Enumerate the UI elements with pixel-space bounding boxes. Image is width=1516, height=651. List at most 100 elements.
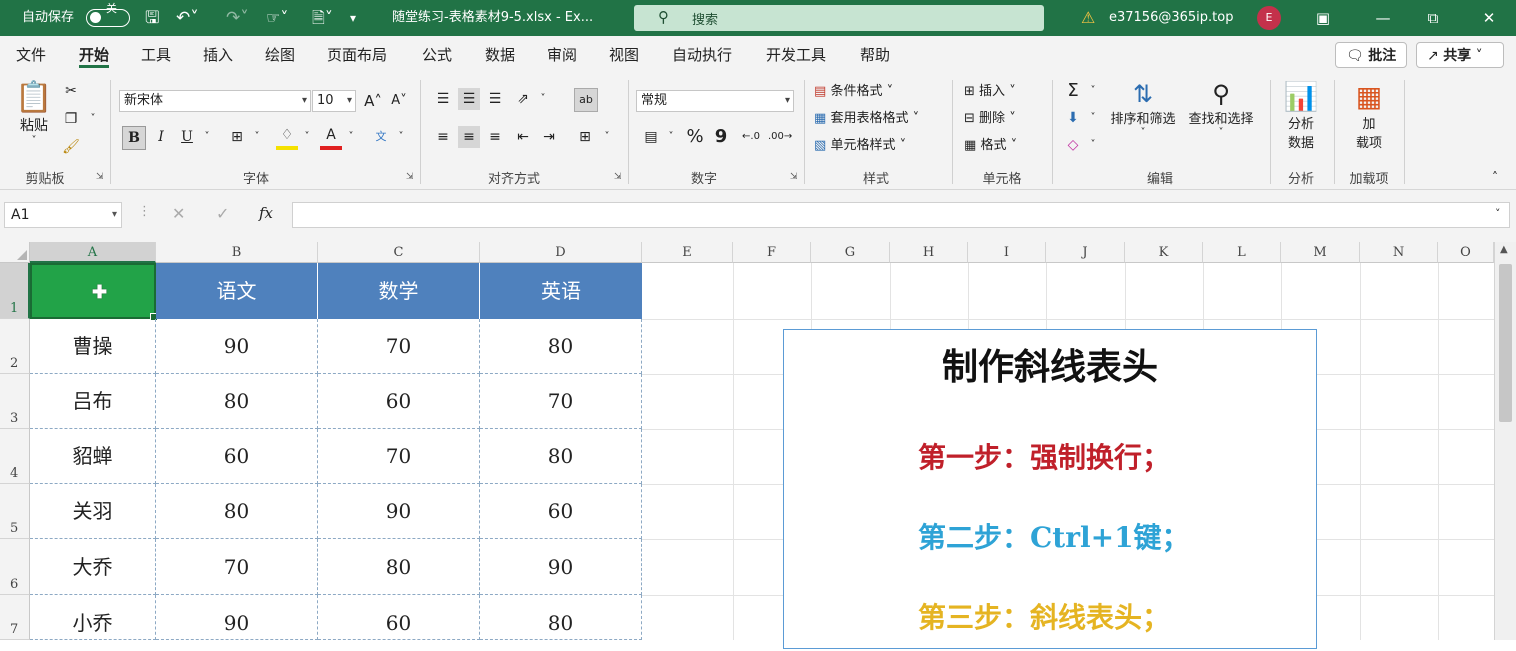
orientation-icon[interactable]: ⇗: [512, 88, 534, 110]
save-icon[interactable]: 🖫: [145, 0, 159, 36]
decrease-decimal-icon[interactable]: .00→: [768, 126, 792, 148]
copy-dropdown-icon[interactable]: ˅: [82, 108, 104, 130]
increase-decimal-icon[interactable]: ←.0: [740, 126, 762, 148]
font-color-icon[interactable]: A: [320, 124, 342, 150]
column-header-b[interactable]: B: [156, 242, 318, 263]
increase-font-icon[interactable]: A˄: [362, 90, 384, 112]
analyze-data-button[interactable]: 📊 分析 数据: [1278, 80, 1324, 151]
cut-icon[interactable]: ✂: [60, 80, 82, 102]
accounting-dropdown-icon[interactable]: ˅: [660, 126, 682, 148]
row-header-1[interactable]: 1: [0, 263, 30, 319]
close-icon[interactable]: ✕: [1466, 0, 1512, 36]
warning-icon[interactable]: ⚠: [1081, 0, 1095, 36]
tab-formulas[interactable]: 公式: [422, 36, 452, 74]
table-cell[interactable]: 小乔: [30, 595, 156, 640]
phonetic-icon[interactable]: 文: [370, 126, 392, 148]
sort-filter-button[interactable]: ⇅ 排序和筛选 ˅: [1106, 80, 1180, 138]
table-cell[interactable]: 曹操: [30, 319, 156, 374]
font-name-select[interactable]: 新宋体 ▾: [119, 90, 311, 112]
table-cell[interactable]: 80: [480, 595, 642, 640]
dialog-launcher-icon[interactable]: ⇲: [96, 172, 104, 182]
alignment-dialog-launcher-icon[interactable]: ⇲: [614, 172, 622, 182]
share-button[interactable]: ↗ 共享 ˅: [1416, 42, 1504, 68]
select-all-corner[interactable]: [0, 242, 30, 263]
decrease-font-icon[interactable]: A˅: [388, 90, 410, 112]
tab-tools[interactable]: 工具: [141, 36, 171, 74]
font-dialog-launcher-icon[interactable]: ⇲: [406, 172, 414, 182]
row-header-5[interactable]: 5: [0, 484, 30, 539]
align-bottom-icon[interactable]: ☰: [484, 88, 506, 110]
tab-insert[interactable]: 插入: [203, 36, 233, 74]
confirm-icon[interactable]: ✓: [216, 204, 229, 223]
expand-formula-icon[interactable]: ˅: [1495, 207, 1501, 220]
touch-mode-icon[interactable]: ☞˅: [266, 0, 288, 36]
table-cell[interactable]: 80: [156, 484, 318, 539]
row-header-3[interactable]: 3: [0, 374, 30, 429]
table-cell[interactable]: 60: [480, 484, 642, 539]
fill-color-icon[interactable]: ♢: [276, 124, 298, 150]
merge-center-icon[interactable]: ⊞: [574, 126, 596, 148]
column-header-d[interactable]: D: [480, 242, 642, 263]
collapse-ribbon-icon[interactable]: ˄: [1492, 170, 1498, 184]
table-cell[interactable]: 80: [480, 319, 642, 374]
wrap-text-icon[interactable]: ab: [574, 88, 598, 112]
minimize-icon[interactable]: —: [1360, 0, 1406, 36]
clear-dropdown-icon[interactable]: ˅: [1082, 134, 1104, 156]
tab-review[interactable]: 审阅: [547, 36, 577, 74]
find-select-button[interactable]: ⚲ 查找和选择 ˅: [1184, 80, 1258, 138]
vertical-scrollbar[interactable]: ▲: [1494, 242, 1516, 640]
format-painter-icon[interactable]: 🖌: [60, 136, 82, 158]
table-cell[interactable]: 90: [480, 539, 642, 595]
table-cell[interactable]: 60: [318, 374, 480, 429]
number-format-select[interactable]: 常规 ▾: [636, 90, 794, 112]
column-header-c[interactable]: C: [318, 242, 480, 263]
tab-automate[interactable]: 自动执行: [672, 36, 732, 74]
row-header-2[interactable]: 2: [0, 319, 30, 374]
tab-data[interactable]: 数据: [485, 36, 515, 74]
align-left-icon[interactable]: ≡: [432, 126, 454, 148]
table-cell[interactable]: 80: [480, 429, 642, 484]
increase-indent-icon[interactable]: ⇥: [538, 126, 560, 148]
table-cell[interactable]: 90: [318, 484, 480, 539]
conditional-formatting-button[interactable]: ▤ 条件格式 ˅: [814, 80, 893, 99]
paste-button[interactable]: 📋 粘贴 ˅: [14, 80, 54, 146]
header-cell-english[interactable]: 英语: [480, 263, 642, 319]
redo-icon[interactable]: ↷˅: [226, 0, 249, 36]
column-header-a[interactable]: A: [30, 242, 156, 263]
table-cell[interactable]: 60: [318, 595, 480, 640]
decrease-indent-icon[interactable]: ⇤: [512, 126, 534, 148]
autosave-toggle[interactable]: 关: [86, 2, 130, 27]
row-header-6[interactable]: 6: [0, 539, 30, 595]
tab-home[interactable]: 开始: [79, 36, 110, 74]
restore-icon[interactable]: ⧉: [1410, 0, 1456, 36]
italic-button[interactable]: I: [150, 126, 172, 148]
format-as-table-button[interactable]: ▦ 套用表格格式 ˅: [814, 107, 919, 126]
borders-dropdown-icon[interactable]: ˅: [246, 126, 268, 148]
table-cell[interactable]: 70: [480, 374, 642, 429]
table-cell[interactable]: 80: [156, 374, 318, 429]
percent-button[interactable]: %: [684, 126, 706, 148]
cancel-icon[interactable]: ✕: [172, 204, 185, 223]
tab-file[interactable]: 文件: [16, 36, 46, 74]
column-header-h[interactable]: H: [890, 242, 968, 263]
format-cells-button[interactable]: ▦ 格式 ˅: [964, 134, 1017, 153]
table-cell[interactable]: 70: [318, 429, 480, 484]
align-top-icon[interactable]: ☰: [432, 88, 454, 110]
tab-view[interactable]: 视图: [609, 36, 639, 74]
name-box[interactable]: A1 ▾: [4, 202, 122, 228]
undo-icon[interactable]: ↶˅: [176, 0, 199, 36]
fill-dropdown-icon[interactable]: ˅: [1082, 107, 1104, 129]
column-header-o[interactable]: O: [1438, 242, 1494, 263]
formula-input[interactable]: [292, 202, 1510, 228]
fill-icon[interactable]: ⬇: [1062, 107, 1084, 129]
autosum-icon[interactable]: Σ: [1062, 80, 1084, 102]
column-header-n[interactable]: N: [1360, 242, 1438, 263]
fill-color-dropdown-icon[interactable]: ˅: [296, 126, 318, 148]
insert-function-icon[interactable]: fx: [259, 204, 273, 222]
phonetic-dropdown-icon[interactable]: ˅: [390, 126, 412, 148]
search-box[interactable]: ⚲ 搜索: [634, 5, 1044, 31]
underline-dropdown-icon[interactable]: ˅: [196, 126, 218, 148]
align-right-icon[interactable]: ≡: [484, 126, 506, 148]
tab-developer[interactable]: 开发工具: [766, 36, 826, 74]
column-header-f[interactable]: F: [733, 242, 811, 263]
